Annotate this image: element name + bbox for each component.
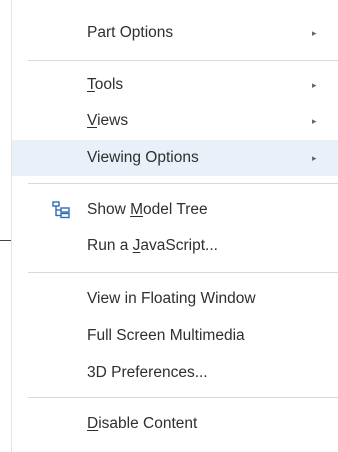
menu-item-label: Viewing Options [87,149,199,166]
submenu-arrow-icon: ▸ [312,79,317,90]
menu-item-label: Show Model Tree [87,201,208,218]
menu-item-label: Views [87,112,129,129]
menu-item-label: Full Screen Multimedia [87,327,245,344]
model-tree-icon [52,201,70,219]
stage: Part Options ▸ Tools ▸ Views ▸ Viewing O… [0,0,338,452]
context-menu: Part Options ▸ Tools ▸ Views ▸ Viewing O… [11,0,338,452]
menu-item-3d-preferences[interactable]: 3D Preferences... [12,355,338,391]
menu-item-label: View in Floating Window [87,290,256,307]
menu-separator [28,60,338,61]
menu-separator [28,272,338,273]
menu-item-label: Run a JavaScript... [87,237,218,254]
menu-item-part-options[interactable]: Part Options ▸ [12,15,338,51]
submenu-arrow-icon: ▸ [312,115,317,126]
menu-item-label: Disable Content [87,415,198,432]
menu-separator [28,397,338,398]
menu-item-disable-content[interactable]: Disable Content [12,406,338,442]
menu-item-full-screen-multimedia[interactable]: Full Screen Multimedia [12,318,338,354]
menu-item-view-floating-window[interactable]: View in Floating Window [12,281,338,317]
menu-item-views[interactable]: Views ▸ [12,103,338,139]
submenu-arrow-icon: ▸ [312,152,317,163]
menu-item-tools[interactable]: Tools ▸ [12,67,338,103]
menu-item-label: Part Options [87,24,174,41]
menu-separator [28,183,338,184]
menu-item-label: Tools [87,76,124,93]
menu-item-label: 3D Preferences... [87,364,208,381]
menu-item-viewing-options[interactable]: Viewing Options ▸ [12,140,338,176]
submenu-arrow-icon: ▸ [312,27,317,38]
menu-item-run-javascript[interactable]: Run a JavaScript... [12,228,338,264]
menu-item-show-model-tree[interactable]: Show Model Tree [12,192,338,228]
